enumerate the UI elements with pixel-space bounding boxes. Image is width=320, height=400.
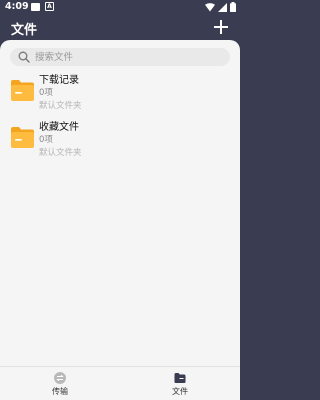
folder-icon (11, 127, 34, 148)
tab-label: 文件 (172, 387, 188, 396)
add-button[interactable] (212, 18, 230, 36)
signal-icon (218, 2, 227, 12)
status-bar: 4:09 A (0, 0, 240, 14)
folder-list: 下载记录 0项 默认文件夹 收藏文件 0项 默认文件夹 (0, 69, 240, 163)
list-item[interactable]: 下载记录 0项 默认文件夹 (0, 69, 240, 116)
folder-name: 收藏文件 (39, 122, 79, 133)
search-bar[interactable] (10, 48, 230, 66)
folder-icon (11, 80, 34, 101)
battery-icon (230, 2, 236, 12)
status-icons (205, 2, 236, 12)
search-icon (18, 51, 30, 63)
notification-badge: A (45, 2, 54, 11)
folder-name: 下载记录 (39, 75, 79, 86)
folder-count: 0项 (39, 88, 53, 98)
list-item[interactable]: 收藏文件 0项 默认文件夹 (0, 116, 240, 163)
folder-icon (174, 373, 186, 383)
bottom-nav: 传输 文件 (0, 366, 240, 400)
folder-count: 0项 (39, 135, 53, 145)
tab-transfer[interactable]: 传输 (0, 367, 120, 400)
transfer-icon (54, 372, 66, 384)
folder-type: 默认文件夹 (39, 101, 82, 111)
status-time: 4:09 (5, 1, 29, 12)
wifi-icon (205, 2, 215, 12)
app-header: 文件 (0, 14, 240, 42)
main-panel: 下载记录 0项 默认文件夹 收藏文件 0项 默认文件夹 (0, 40, 240, 366)
tab-files[interactable]: 文件 (120, 367, 240, 400)
tab-label: 传输 (52, 387, 68, 396)
plus-icon (214, 20, 228, 34)
folder-type: 默认文件夹 (39, 148, 82, 158)
page-title: 文件 (11, 23, 38, 38)
notification-icon (31, 3, 40, 11)
search-input[interactable] (35, 49, 220, 65)
